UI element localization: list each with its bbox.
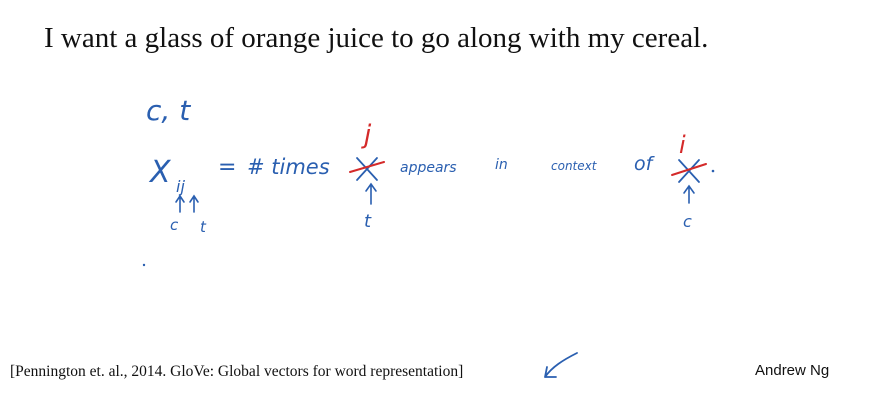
crossed-x-right [671,159,715,183]
arrow-up-icon [189,194,199,213]
index-i-label: i [679,131,686,159]
x-subscript: ij [176,177,185,196]
slide: I want a glass of orange juice to go alo… [0,0,869,413]
times-text: # times [247,155,330,179]
handwritten-annotations: c, t X ij c t = # times j t appears in c… [142,94,715,378]
arrow-up-icon [365,182,377,205]
stray-dot [142,263,146,267]
label-t-under-word: t [364,211,372,232]
arrow-up-icon [683,184,695,204]
author-name: Andrew Ng [755,362,830,379]
pointer-arrow-icon [544,352,578,378]
x-symbol: X [148,155,172,190]
context-text: context [551,159,598,173]
crossed-x-left [349,157,385,181]
label-c-under-i: c [170,216,179,234]
in-text: in [495,157,508,173]
arrow-up-icon [175,194,185,213]
equals-sign: = [218,155,236,180]
subscript-arrows [175,194,199,213]
index-j-label: j [361,120,372,150]
of-text: of [634,153,656,175]
label-t-under-j: t [200,218,207,236]
pair-label: c, t [146,94,191,127]
appears-text: appears [400,160,457,176]
label-c-under-word: c [683,212,692,231]
citation: [Pennington et. al., 2014. GloVe: Global… [10,363,464,380]
